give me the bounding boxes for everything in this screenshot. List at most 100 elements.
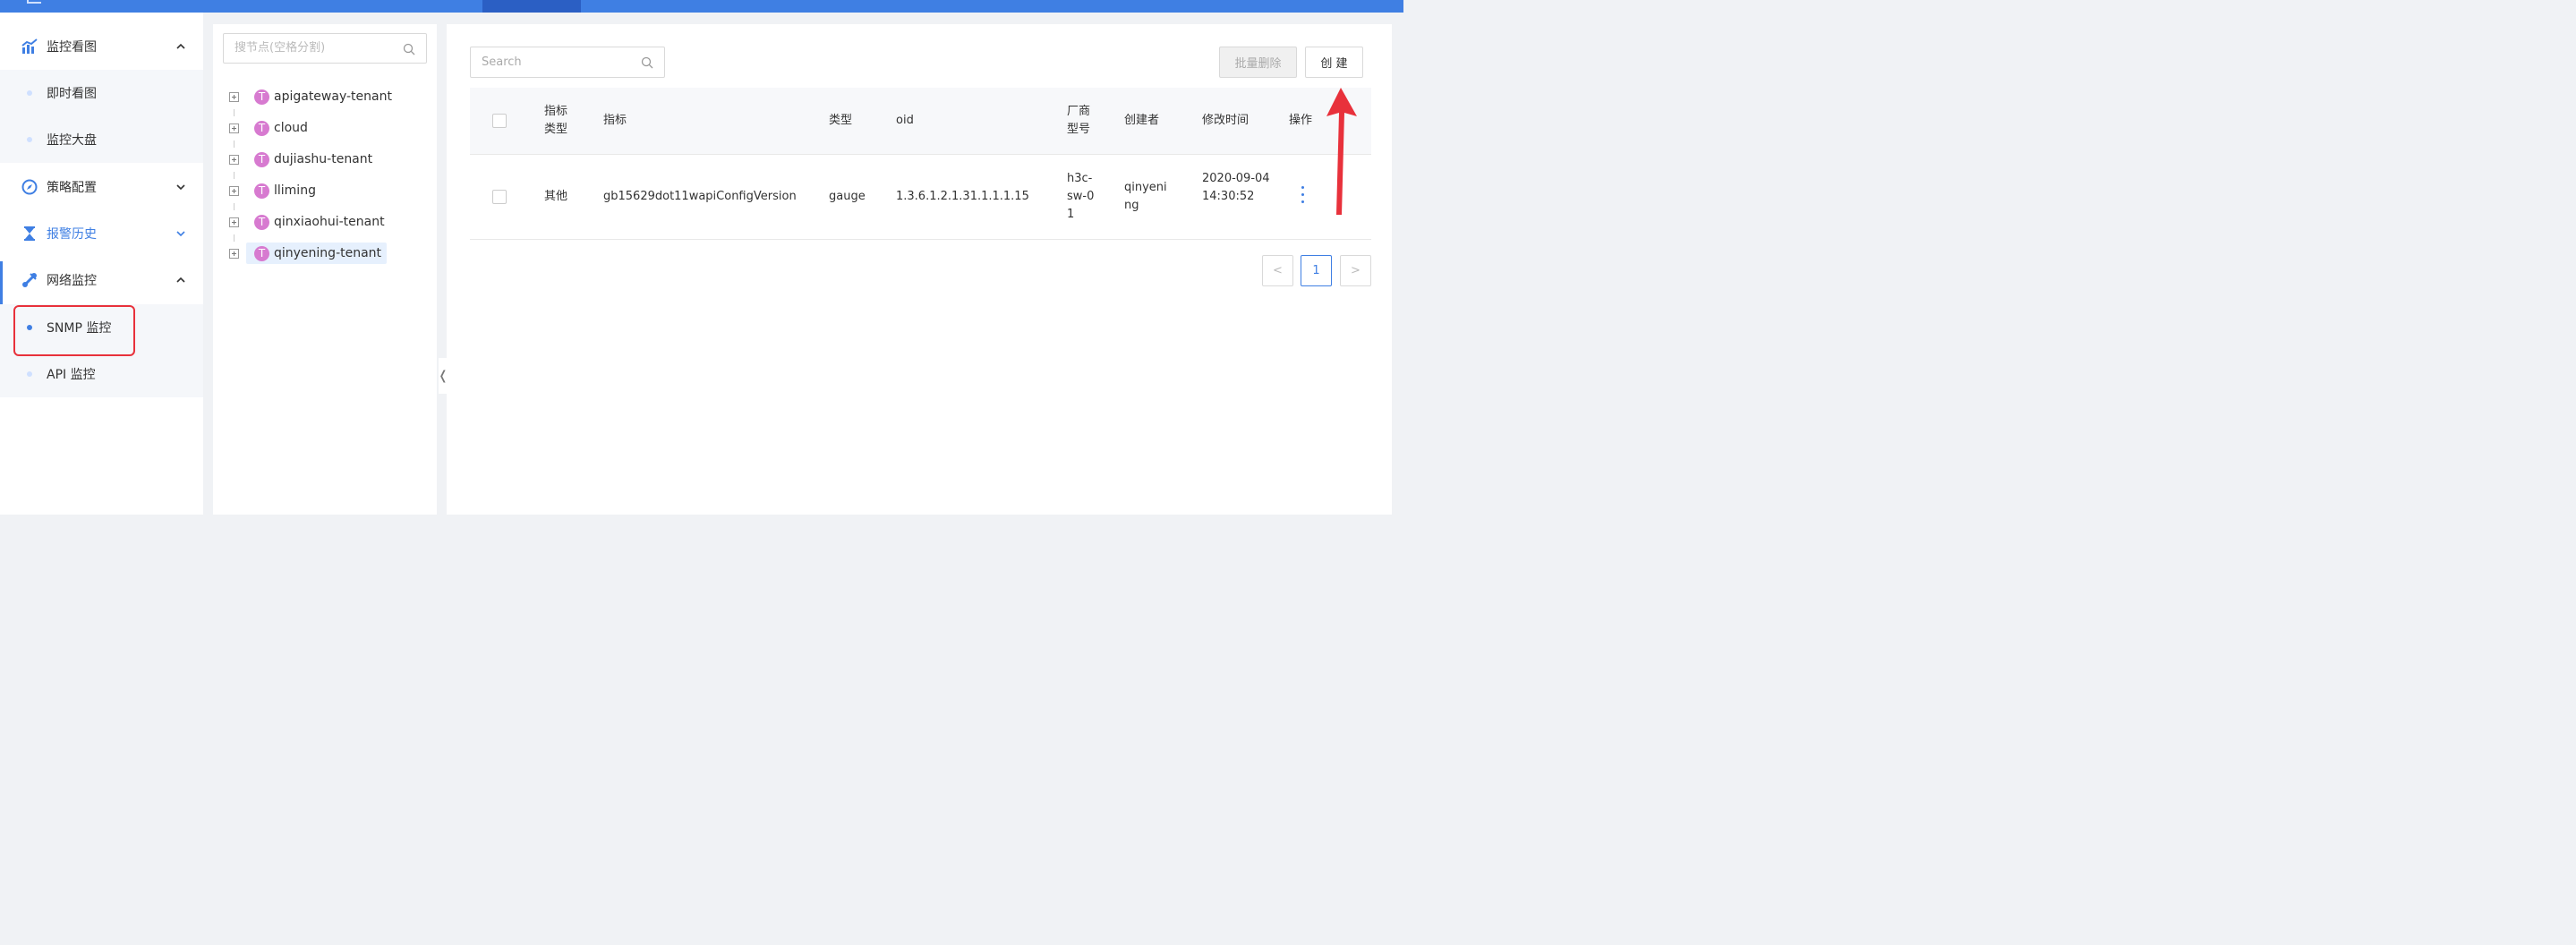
column-header-type[interactable]: 类型 [829,112,852,130]
cell-type: gauge [829,190,866,203]
sidebar-item-label: API 监控 [47,368,96,382]
expand-icon[interactable] [229,186,239,196]
sidebar-group-strategy[interactable]: 策略配置 [0,164,203,210]
sidebar-group-network-monitor[interactable]: 网络监控 [0,257,203,303]
column-header-creator[interactable]: 创建者 [1124,112,1159,130]
batch-delete-button[interactable]: 批量删除 [1219,47,1297,78]
tree-connector-line [234,109,235,116]
select-all-checkbox[interactable] [492,114,507,128]
main-search-box [470,47,665,78]
tree-node-label-wrap[interactable]: T lliming [246,180,321,201]
chevron-up-icon [176,277,185,283]
chevron-up-icon [176,43,185,49]
tree-node-label-wrap[interactable]: T cloud [246,117,313,139]
submenu-network-monitor: SNMP 监控 API 监控 [0,304,203,397]
cell-vendor-model: h3c-sw-01 [1067,172,1095,221]
chevron-down-icon [176,231,185,237]
more-actions-icon[interactable] [1301,186,1306,208]
search-icon[interactable] [403,43,415,55]
hourglass-icon [24,226,35,241]
top-nav-active-tab[interactable] [482,0,581,13]
bullet-dot [27,137,32,142]
tree-node-label-wrap[interactable]: T dujiashu-tenant [246,149,378,170]
sidebar-item-label: 即时看图 [47,87,97,101]
sidebar-item-instant-view[interactable]: 即时看图 [0,70,203,116]
sidebar-group-alarm-history[interactable]: 报警历史 [0,210,203,257]
pagination-prev-button[interactable]: < [1262,255,1293,286]
sidebar-item-dashboard[interactable]: 监控大盘 [0,116,203,163]
sidebar-group-label: 监控看图 [47,40,97,55]
search-input[interactable] [482,55,634,69]
column-header-oid[interactable]: oid [896,112,914,130]
sidebar-group-label: 报警历史 [47,227,97,242]
tree-node: T dujiashu-tenant [213,148,437,171]
tenant-badge-icon: T [254,183,269,199]
expand-icon[interactable] [229,123,239,133]
tree-node: T lliming [213,179,437,202]
tenant-badge-icon: T [254,214,269,230]
sidebar-group-label: 策略配置 [47,181,97,195]
tree-node-label: cloud [274,121,308,135]
cell-metric-type: 其他 [544,190,568,203]
column-header-metric[interactable]: 指标 [603,112,627,130]
tree-connector-line [234,234,235,242]
tenant-badge-icon: T [254,151,269,167]
submenu-monitor-view: 即时看图 监控大盘 [0,70,203,163]
sidebar-group-monitor-view[interactable]: 监控看图 [0,23,203,70]
table-row: 其他 gb15629dot11wapiConfigVersion gauge 1… [470,155,1371,240]
bullet-dot [27,90,32,96]
expand-icon[interactable] [229,217,239,227]
compass-icon [21,179,38,195]
tree-node-selected: T qinyening-tenant [213,242,437,265]
cell-creator: qinyening [1124,181,1167,212]
tree-node-label: apigateway-tenant [274,89,392,104]
tree-connector-line [234,140,235,148]
tree-node-label: qinxiaohui-tenant [274,215,385,229]
sidebar: 监控看图 即时看图 监控大盘 策略配置 报警历史 网络监控 SNMP 监控 AP… [0,13,203,515]
tree-search-box [223,33,427,64]
sidebar-item-snmp-monitor[interactable]: SNMP 监控 [0,304,203,351]
tree-node-label-wrap[interactable]: T apigateway-tenant [246,86,397,107]
column-header-vendor-model[interactable]: 厂商型号 [1067,103,1096,139]
create-button[interactable]: 创 建 [1305,47,1363,78]
tree-node-label: dujiashu-tenant [274,152,373,166]
tree-node-label: lliming [274,183,316,198]
bullet-dot [27,371,32,377]
sidebar-item-label: SNMP 监控 [47,321,112,336]
tree-node-label: qinyening-tenant [274,246,382,260]
chart-icon [21,38,38,54]
tenant-badge-icon: T [254,120,269,136]
tree-node: T apigateway-tenant [213,85,437,108]
tree-search-input[interactable] [235,41,396,55]
sidebar-item-label: 监控大盘 [47,133,97,148]
bullet-dot [27,325,32,330]
tenant-badge-icon: T [254,89,269,105]
pagination-page-button[interactable]: 1 [1301,255,1332,286]
expand-icon[interactable] [229,249,239,259]
tree-node-label-wrap[interactable]: T qinxiaohui-tenant [246,211,390,233]
tenant-badge-icon: T [254,245,269,261]
tree-connector-line [234,203,235,210]
tree-connector-line [234,172,235,179]
search-icon[interactable] [641,56,653,69]
expand-icon[interactable] [229,155,239,165]
chevron-down-icon [176,184,185,191]
tree-node: T cloud [213,116,437,140]
expand-icon[interactable] [229,92,239,102]
main-panel: 批量删除 创 建 指标类型 指标 类型 oid 厂商型号 创建者 修改时间 操作… [447,24,1392,515]
cell-modified-time: 2020-09-04 14:30:52 [1202,172,1270,203]
logo-icon [27,0,41,4]
network-icon [22,273,37,287]
column-header-modified-time[interactable]: 修改时间 [1202,112,1249,130]
column-header-metric-type[interactable]: 指标类型 [544,103,573,139]
tree-node: T qinxiaohui-tenant [213,210,437,234]
row-checkbox[interactable] [492,190,507,204]
pagination-next-button[interactable]: > [1340,255,1371,286]
column-header-actions: 操作 [1289,114,1313,127]
sidebar-group-label: 网络监控 [47,274,97,288]
tree-node-label-wrap[interactable]: T qinyening-tenant [246,243,388,264]
sidebar-item-api-monitor[interactable]: API 监控 [0,351,203,397]
cell-metric: gb15629dot11wapiConfigVersion [603,190,797,203]
tree-panel: T apigateway-tenant T cloud T dujiashu-t… [213,24,437,515]
table-header: 指标类型 指标 类型 oid 厂商型号 创建者 修改时间 操作 [470,88,1371,155]
